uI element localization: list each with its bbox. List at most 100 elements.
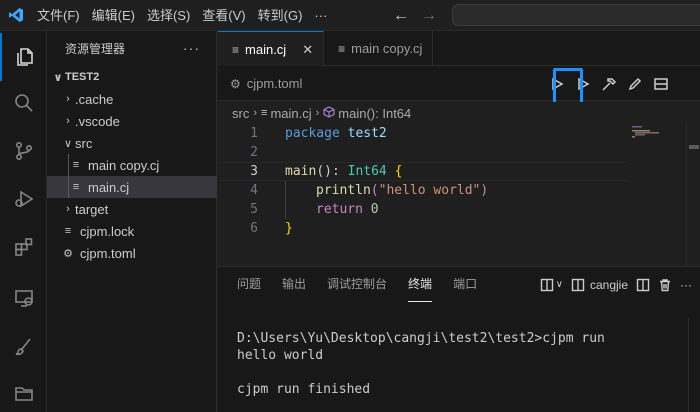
terminal-line: D:\Users\Yu\Desktop\cangji\test2\test2>c… xyxy=(237,331,605,346)
chevron-right-icon: › xyxy=(66,93,70,105)
menu-selection[interactable]: 选择(S) xyxy=(141,0,196,31)
code-line: 4 println("hello world") xyxy=(218,181,628,200)
split-terminal-icon[interactable] xyxy=(636,278,650,292)
tree-indent-guide xyxy=(68,154,69,198)
line-number: 1 xyxy=(250,126,258,141)
line-number: 6 xyxy=(250,221,258,236)
chevron-down-icon: ∨ xyxy=(555,279,563,290)
code-line: 1 package test2 xyxy=(218,124,628,143)
code-text: } xyxy=(285,221,293,236)
tree-label: TEST2 xyxy=(65,71,100,83)
menu-file[interactable]: 文件(F) xyxy=(31,0,86,31)
tree-folder-target[interactable]: › target xyxy=(47,198,217,220)
chevron-right-icon: › xyxy=(253,107,258,119)
tab-ports[interactable]: 端口 xyxy=(453,267,477,302)
back-arrow-icon[interactable]: ← xyxy=(393,7,409,25)
menu-view[interactable]: 查看(V) xyxy=(196,0,251,31)
indent-guide xyxy=(285,181,286,219)
tab-problems[interactable]: 问题 xyxy=(237,267,261,302)
panel-actions: ∨ cangjie ··· xyxy=(540,267,692,302)
brush-icon[interactable] xyxy=(0,323,47,371)
command-center-search[interactable] xyxy=(452,4,700,26)
tree-file-cjpm-lock[interactable]: ≡ cjpm.lock xyxy=(47,220,217,242)
tree-folder-src[interactable]: ∨ src xyxy=(47,132,217,154)
file-lines-icon: ≡ xyxy=(72,181,80,193)
editor-tabs-row2: ⚙ cjpm.toml xyxy=(218,66,700,101)
line-number: 2 xyxy=(250,145,258,160)
menu-go[interactable]: 转到(G) xyxy=(252,0,309,31)
tree-label: cjpm.lock xyxy=(80,223,135,239)
tree-folder-vscode[interactable]: › .vscode xyxy=(47,110,217,132)
forward-arrow-icon[interactable]: → xyxy=(421,7,437,25)
tree-file-cjpm-toml[interactable]: ⚙ cjpm.toml xyxy=(47,242,217,264)
split-editor-icon[interactable] xyxy=(652,73,670,95)
terminal-line: cjpm run finished xyxy=(237,382,371,397)
tab-label: cjpm.toml xyxy=(246,76,303,91)
tree-label: src xyxy=(75,135,93,151)
search-icon[interactable] xyxy=(0,79,47,127)
tree-file-main-copy[interactable]: ≡ main copy.cj xyxy=(47,154,217,176)
terminal-selector[interactable]: cangjie xyxy=(571,278,628,292)
tab-terminal[interactable]: 终端 xyxy=(408,267,433,302)
breadcrumb-folder[interactable]: src xyxy=(232,106,249,121)
terminal-scrollbar[interactable] xyxy=(688,317,700,412)
tree-label: .cache xyxy=(75,91,114,107)
breadcrumb: src › ≡ main.cj › main(): Int64 xyxy=(218,102,700,124)
new-terminal-layout-icon[interactable]: ∨ xyxy=(540,278,563,292)
tree-folder-cache[interactable]: › .cache xyxy=(47,88,217,110)
file-lines-icon: ≡ xyxy=(232,42,240,57)
more-actions-icon[interactable]: ··· xyxy=(183,40,200,56)
tree-label: main.cj xyxy=(88,179,130,195)
gear-icon: ⚙ xyxy=(63,247,73,260)
code-line-current: 3 main(): Int64 { xyxy=(218,162,628,181)
chevron-right-icon: › xyxy=(66,203,70,215)
tree-root-test2[interactable]: ∨ TEST2 xyxy=(47,66,217,88)
tab-label: main copy.cj xyxy=(351,41,423,56)
tree-file-main[interactable]: ≡ main.cj xyxy=(47,176,217,198)
editor-scrollbar[interactable] xyxy=(686,124,700,266)
panel-tabs: 问题 输出 调试控制台 终端 端口 xyxy=(218,267,477,302)
explorer-icon[interactable] xyxy=(0,33,47,81)
gear-icon: ⚙ xyxy=(230,76,241,91)
code-text: package test2 xyxy=(285,126,387,141)
close-icon[interactable]: ✕ xyxy=(302,42,313,58)
file-lines-icon: ≡ xyxy=(261,107,268,119)
title-bar: 文件(F) 编辑(E) 选择(S) 查看(V) 转到(G) ··· ← → xyxy=(0,0,700,31)
trash-icon[interactable] xyxy=(658,278,672,292)
code-editor[interactable]: 1 package test2 2 3 main(): Int64 { 4 pr… xyxy=(218,124,700,266)
edit-pencil-icon[interactable] xyxy=(626,73,644,95)
breadcrumb-symbol[interactable]: main(): Int64 xyxy=(338,106,411,121)
extensions-icon[interactable] xyxy=(0,223,47,271)
chevron-right-icon: › xyxy=(66,115,70,127)
tab-cjpm-toml[interactable]: ⚙ cjpm.toml xyxy=(218,66,302,101)
source-control-icon[interactable] xyxy=(0,127,47,175)
bottom-panel: 问题 输出 调试控制台 终端 端口 ∨ cangjie ··· D:\Users… xyxy=(218,266,700,412)
tab-main-copy-cj[interactable]: ≡ main copy.cj xyxy=(324,31,434,66)
code-text: main(): Int64 { xyxy=(285,164,403,179)
breadcrumb-file[interactable]: main.cj xyxy=(270,106,311,121)
line-number: 4 xyxy=(250,183,258,198)
file-lines-icon: ≡ xyxy=(338,41,346,56)
menu-more[interactable]: ··· xyxy=(308,0,333,31)
tab-main-cj[interactable]: ≡ main.cj ✕ xyxy=(218,31,325,67)
tree-label: target xyxy=(75,201,109,217)
chevron-down-icon: ∨ xyxy=(63,137,73,150)
folder-icon[interactable] xyxy=(0,369,47,412)
menu-bar: 文件(F) 编辑(E) 选择(S) 查看(V) 转到(G) ··· xyxy=(31,0,333,31)
minimap[interactable] xyxy=(630,124,686,144)
tab-debug-console[interactable]: 调试控制台 xyxy=(327,267,387,302)
more-actions-icon[interactable]: ··· xyxy=(680,278,692,292)
run-debug-icon[interactable] xyxy=(0,175,47,223)
terminal-line: hello world xyxy=(237,348,324,363)
code-line: 6 } xyxy=(218,219,628,238)
menu-edit[interactable]: 编辑(E) xyxy=(86,0,141,31)
tab-output[interactable]: 输出 xyxy=(282,267,306,302)
build-hammer-icon[interactable] xyxy=(600,73,618,95)
chevron-down-icon: ∨ xyxy=(53,71,63,84)
activity-bar xyxy=(0,31,47,412)
tree-label: cjpm.toml xyxy=(80,245,136,261)
remote-explorer-icon[interactable] xyxy=(0,274,47,322)
terminal-output[interactable]: D:\Users\Yu\Desktop\cangji\test2\test2>c… xyxy=(237,330,605,398)
vscode-logo-icon xyxy=(0,0,31,31)
tree-label: main copy.cj xyxy=(88,157,160,173)
